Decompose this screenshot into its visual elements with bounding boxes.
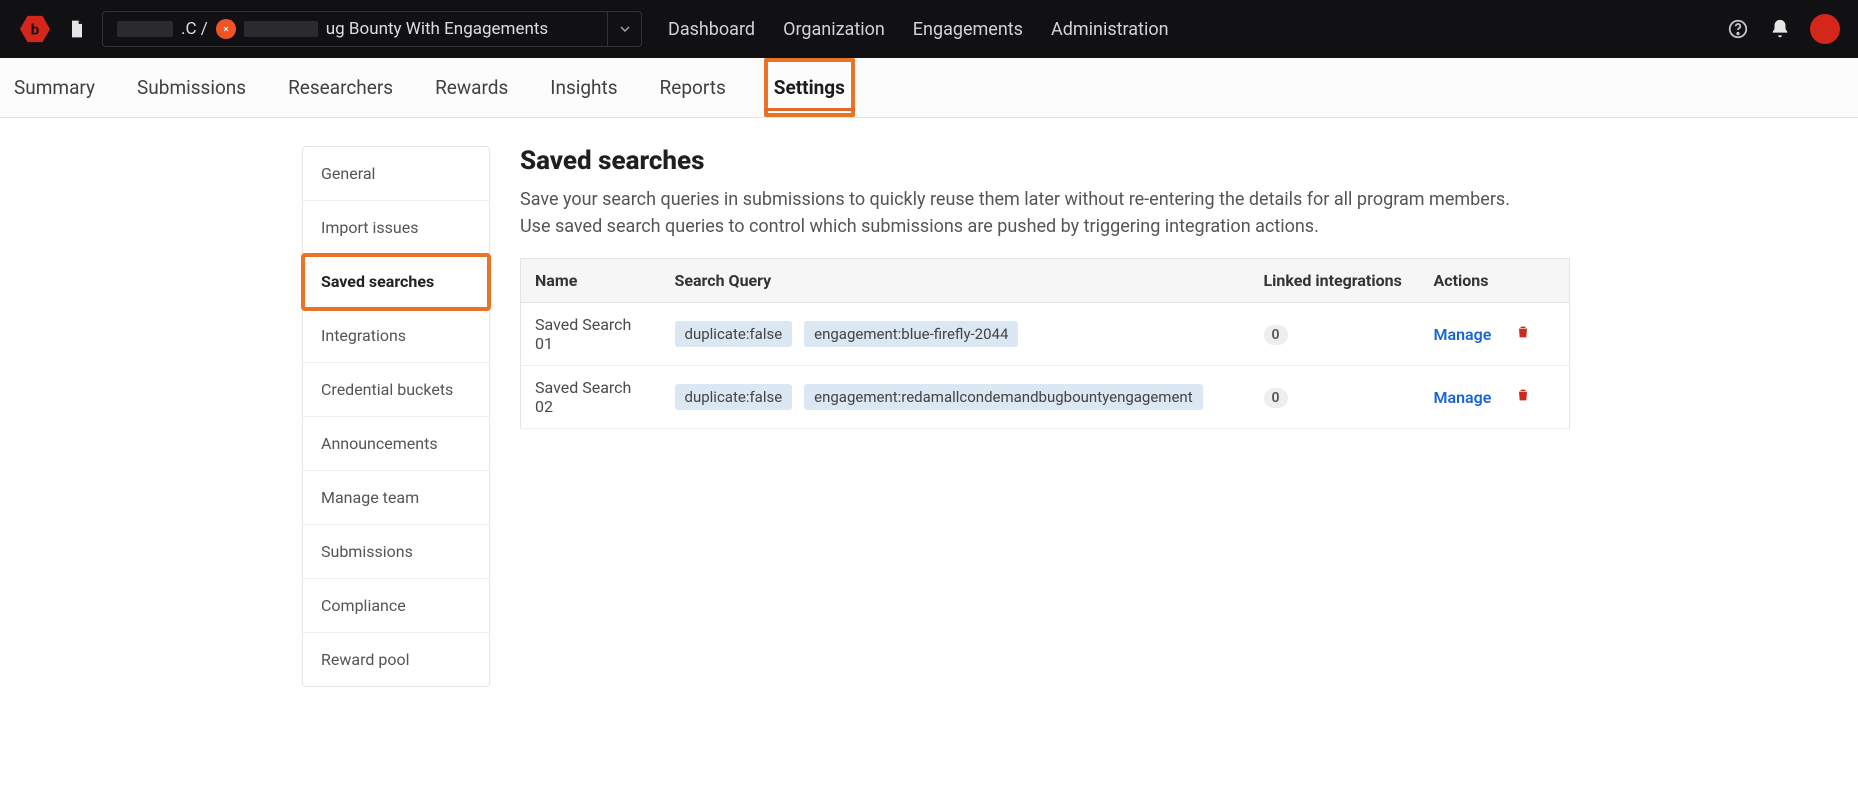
page-description: Save your search queries in submissions … <box>520 186 1520 240</box>
table-row: Saved Search 01 duplicate:false engageme… <box>521 303 1570 366</box>
linked-count: 0 <box>1264 325 1288 345</box>
query-chip[interactable]: engagement:blue-firefly-2044 <box>804 321 1018 347</box>
logo-icon[interactable]: b <box>18 12 52 46</box>
row-linked: 0 <box>1250 366 1420 429</box>
redacted-org <box>117 21 173 37</box>
saved-searches-table: Name Search Query Linked integrations Ac… <box>520 258 1570 429</box>
tabs: Summary Submissions Researchers Rewards … <box>0 58 1858 118</box>
page-title: Saved searches <box>520 146 1570 176</box>
col-actions: Actions <box>1420 259 1570 303</box>
breadcrumb-prefix: .C / <box>181 19 208 39</box>
avatar[interactable] <box>1810 14 1840 44</box>
query-chip[interactable]: duplicate:false <box>675 321 793 347</box>
manage-button[interactable]: Manage <box>1434 388 1492 407</box>
sidebar-item-compliance[interactable]: Compliance <box>303 579 489 633</box>
row-name: Saved Search 01 <box>521 303 661 366</box>
col-linked: Linked integrations <box>1250 259 1420 303</box>
row-name: Saved Search 02 <box>521 366 661 429</box>
sidebar-item-credential-buckets[interactable]: Credential buckets <box>303 363 489 417</box>
linked-count: 0 <box>1264 388 1288 408</box>
sidebar-item-submissions[interactable]: Submissions <box>303 525 489 579</box>
breadcrumb-rest: ug Bounty With Engagements <box>326 19 548 39</box>
breadcrumb-label: .C / ug Bounty With Engagements <box>103 19 607 39</box>
redacted-program <box>244 21 318 37</box>
tab-summary[interactable]: Summary <box>10 58 99 117</box>
row-query: duplicate:false engagement:blue-firefly-… <box>661 303 1250 366</box>
svg-text:b: b <box>31 21 39 39</box>
trash-icon[interactable] <box>1515 324 1531 340</box>
settings-sidebar: General Import issues Saved searches Int… <box>302 146 490 687</box>
nav-administration[interactable]: Administration <box>1051 19 1169 40</box>
tab-submissions[interactable]: Submissions <box>133 58 250 117</box>
topbar-actions <box>1726 14 1840 44</box>
query-chip[interactable]: duplicate:false <box>675 384 793 410</box>
help-icon[interactable] <box>1726 17 1750 41</box>
tab-rewards[interactable]: Rewards <box>431 58 512 117</box>
col-name: Name <box>521 259 661 303</box>
breadcrumb-dropdown[interactable] <box>607 12 641 46</box>
sidebar-item-integrations[interactable]: Integrations <box>303 309 489 363</box>
row-actions: Manage <box>1420 303 1570 366</box>
content: Saved searches Save your search queries … <box>520 146 1570 687</box>
tab-researchers[interactable]: Researchers <box>284 58 397 117</box>
sidebar-item-general[interactable]: General <box>303 147 489 201</box>
nav-organization[interactable]: Organization <box>783 19 885 40</box>
primary-nav: Dashboard Organization Engagements Admin… <box>668 19 1169 40</box>
sidebar-item-announcements[interactable]: Announcements <box>303 417 489 471</box>
row-linked: 0 <box>1250 303 1420 366</box>
bell-icon[interactable] <box>1768 17 1792 41</box>
table-row: Saved Search 02 duplicate:false engageme… <box>521 366 1570 429</box>
sidebar-item-reward-pool[interactable]: Reward pool <box>303 633 489 686</box>
sidebar-item-saved-searches[interactable]: Saved searches <box>303 255 489 309</box>
program-icon <box>216 19 236 39</box>
nav-dashboard[interactable]: Dashboard <box>668 19 755 40</box>
topbar: b .C / ug Bounty With Engagements Dashbo… <box>0 0 1858 58</box>
manage-button[interactable]: Manage <box>1434 325 1492 344</box>
tab-settings[interactable]: Settings <box>764 58 855 117</box>
col-query: Search Query <box>661 259 1250 303</box>
document-icon[interactable] <box>66 18 88 40</box>
sidebar-item-manage-team[interactable]: Manage team <box>303 471 489 525</box>
row-query: duplicate:false engagement:redamallconde… <box>661 366 1250 429</box>
breadcrumb[interactable]: .C / ug Bounty With Engagements <box>102 11 642 47</box>
nav-engagements[interactable]: Engagements <box>913 19 1023 40</box>
main: General Import issues Saved searches Int… <box>0 118 1858 727</box>
tab-reports[interactable]: Reports <box>656 58 730 117</box>
trash-icon[interactable] <box>1515 387 1531 403</box>
query-chip[interactable]: engagement:redamallcondemandbugbountyeng… <box>804 384 1202 410</box>
sidebar-item-import-issues[interactable]: Import issues <box>303 201 489 255</box>
tab-insights[interactable]: Insights <box>546 58 621 117</box>
row-actions: Manage <box>1420 366 1570 429</box>
